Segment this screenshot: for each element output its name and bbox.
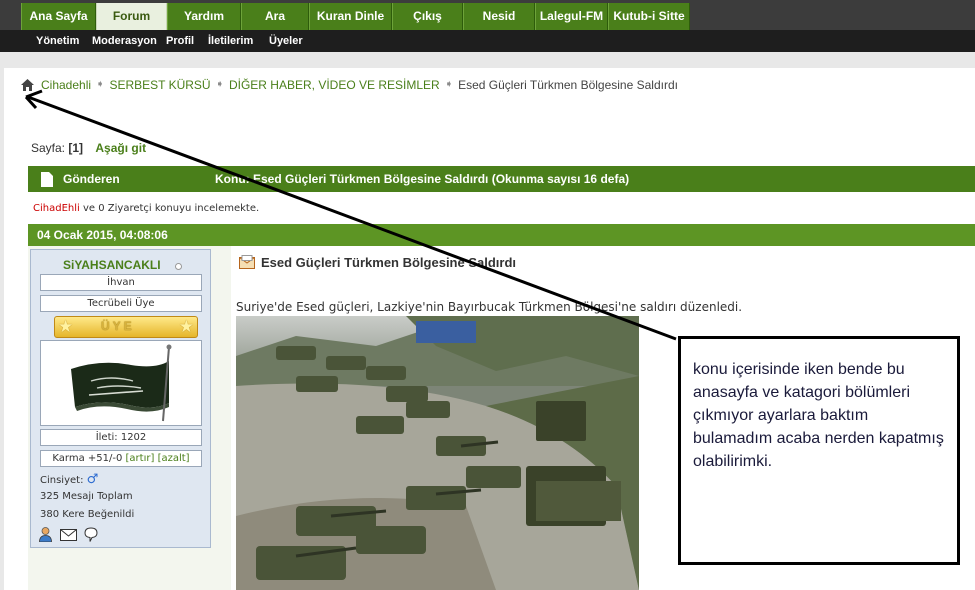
annotation-text: konu içerisinde iken bende bu anasayfa v… (693, 361, 944, 470)
breadcrumb-separator-icon: ➧ (96, 79, 105, 91)
user-group: İhvan (40, 274, 202, 291)
subnav-moderasyon[interactable]: Moderasyon (92, 30, 157, 52)
message-icon[interactable] (84, 527, 98, 545)
tab-kuran-dinle[interactable]: Kuran Dinle (309, 3, 392, 30)
user-total-posts: 325 Mesajı Toplam (40, 491, 133, 502)
go-down-link[interactable]: Aşağı git (95, 141, 146, 155)
pagination: Sayfa: [1] Aşağı git (31, 141, 146, 155)
viewer-user-link[interactable]: CihadEhli (33, 203, 80, 214)
subnav-iletilerim[interactable]: İletilerim (208, 30, 253, 52)
sub-navigation: Yönetim Moderasyon Profil İletilerim Üye… (0, 30, 975, 52)
pagination-label: Sayfa: (31, 141, 66, 155)
thread-title: Konu: Esed Güçleri Türkmen Bölgesine Sal… (215, 172, 630, 186)
user-rank: Tecrübeli Üye (40, 295, 202, 312)
rank-badge: ★ ÜYE ★ (54, 316, 198, 338)
breadcrumb: Cihadehli ➧ SERBEST KÜRSÜ ➧ DİĞER HABER, VİD… (21, 77, 678, 93)
user-karma: Karma +51/-0 [artır] [azalt] (40, 450, 202, 467)
breadcrumb-separator-icon: ➧ (444, 79, 454, 91)
post-title-text: Esed Güçleri Türkmen Bölgesine Saldırdı (261, 255, 517, 270)
star-icon: ★ (178, 317, 194, 337)
user-actions (39, 527, 102, 545)
profile-icon[interactable] (39, 527, 52, 545)
pagination-current-page: [1] (68, 141, 84, 155)
avatar (40, 340, 202, 426)
subnav-profil[interactable]: Profil (166, 30, 194, 52)
tab-kutub-i-sitte[interactable]: Kutub-i Sitte (608, 3, 690, 30)
breadcrumb-separator-icon: ➧ (215, 79, 224, 91)
breadcrumb-link-serbest-kursu[interactable]: SERBEST KÜRSÜ (109, 78, 210, 92)
post-title[interactable]: Esed Güçleri Türkmen Bölgesine Saldırdı (239, 255, 516, 272)
user-gender: Cinsiyet: ♂ (40, 472, 98, 487)
viewers-text: ve 0 Ziyaretçi konuyu incelemekte. (79, 203, 260, 214)
email-icon[interactable] (59, 528, 77, 544)
tab-yardim[interactable]: Yardım (167, 3, 241, 30)
viewers-info: CihadEhli ve 0 Ziyaretçi konuyu inceleme… (33, 203, 259, 214)
tab-cikis[interactable]: Çıkış (392, 3, 463, 30)
user-likes: 380 Kere Beğenildi (40, 509, 135, 520)
offline-status-icon (175, 263, 182, 270)
document-icon (41, 172, 53, 187)
breadcrumb-link-cihadehli[interactable]: Cihadehli (41, 78, 91, 92)
breadcrumb-link-diger-haber[interactable]: DİĞER HABER, VİDEO VE RESİMLER (229, 78, 440, 92)
male-icon: ♂ (86, 472, 99, 487)
sender-column-label: Gönderen (63, 172, 120, 186)
subnav-yonetim[interactable]: Yönetim (36, 30, 79, 52)
post-image (236, 316, 639, 590)
user-post-count: İleti: 1202 (40, 429, 202, 446)
home-icon[interactable] (21, 78, 34, 91)
star-icon: ★ (58, 317, 74, 337)
gender-label: Cinsiyet: (40, 475, 84, 486)
karma-up-link[interactable]: [artır] (126, 453, 155, 464)
karma-value: Karma +51/-0 (52, 453, 123, 464)
tab-lalegul-fm[interactable]: Lalegul-FM (535, 3, 608, 30)
post-icon (239, 255, 255, 272)
annotation-box: konu içerisinde iken bende bu anasayfa v… (678, 336, 960, 565)
tab-forum[interactable]: Forum (96, 3, 167, 30)
username[interactable]: SiYAHSANCAKLI (63, 258, 161, 272)
rank-badge-text: ÜYE (101, 319, 135, 333)
tab-nesid[interactable]: Nesid (463, 3, 535, 30)
breadcrumb-current: Esed Güçleri Türkmen Bölgesine Saldırdı (458, 77, 678, 92)
tab-ara[interactable]: Ara (241, 3, 309, 30)
subnav-uyeler[interactable]: Üyeler (269, 30, 303, 52)
top-navigation: Ana Sayfa Forum Yardım Ara Kuran Dinle Ç… (0, 0, 975, 30)
thread-header: Gönderen Konu: Esed Güçleri Türkmen Bölg… (28, 166, 975, 192)
tab-ana-sayfa[interactable]: Ana Sayfa (21, 3, 96, 30)
post-date-bar: 04 Ocak 2015, 04:08:06 (28, 224, 975, 246)
karma-down-link[interactable]: [azalt] (158, 453, 190, 464)
post-text: Suriye'de Esed güçleri, Lazkiye'nin Bayı… (236, 300, 743, 314)
